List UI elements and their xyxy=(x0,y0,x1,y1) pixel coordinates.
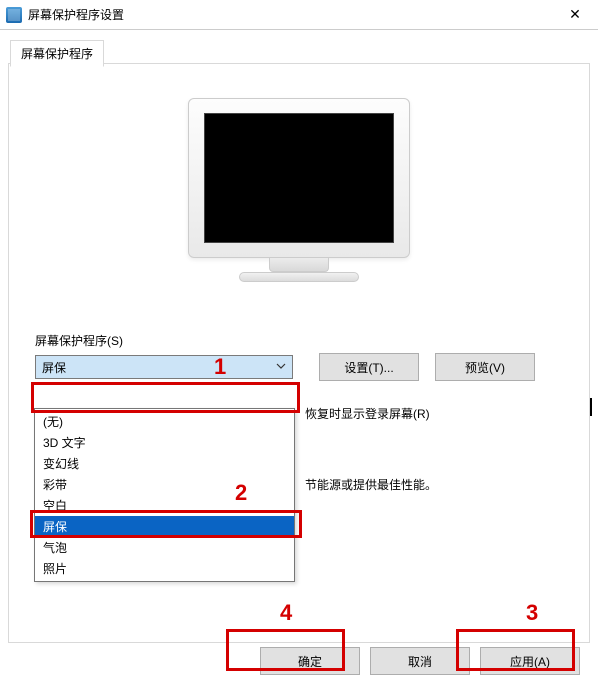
dropdown-option[interactable]: 彩带 xyxy=(35,474,294,495)
dropdown-option[interactable]: 屏保 xyxy=(35,516,294,537)
settings-button[interactable]: 设置(T)... xyxy=(319,353,419,381)
monitor-screen xyxy=(204,113,394,243)
client-area: 屏幕保护程序 屏幕保护程序(S) 屏保 设置(T)... 预览(V) xyxy=(0,30,598,683)
monitor-base xyxy=(239,272,359,282)
dropdown-option[interactable]: 空白 xyxy=(35,495,294,516)
tab-strip: 屏幕保护程序 xyxy=(8,38,590,64)
app-icon xyxy=(6,7,22,23)
dropdown-option[interactable]: 气泡 xyxy=(35,537,294,558)
window-title: 屏幕保护程序设置 xyxy=(28,6,552,23)
preview-button[interactable]: 预览(V) xyxy=(435,353,535,381)
chevron-down-icon xyxy=(276,360,286,374)
monitor-preview xyxy=(9,98,589,294)
apply-button[interactable]: 应用(A) xyxy=(480,647,580,675)
screensaver-label: 屏幕保护程序(S) xyxy=(35,332,589,349)
resume-label: 恢复时显示登录屏幕(R) xyxy=(305,407,430,421)
monitor-bezel xyxy=(188,98,410,258)
close-button[interactable]: ✕ xyxy=(552,0,598,30)
ok-button[interactable]: 确定 xyxy=(260,647,360,675)
combobox-value: 屏保 xyxy=(42,359,66,376)
dialog-buttons: 确定 取消 应用(A) xyxy=(260,647,580,675)
screensaver-dropdown-list[interactable]: (无)3D 文字变幻线彩带空白屏保气泡照片 xyxy=(34,408,295,582)
controls-row: 屏保 设置(T)... 预览(V) xyxy=(35,353,589,381)
power-text: 节能源或提供最佳性能。 xyxy=(305,478,437,492)
cancel-button[interactable]: 取消 xyxy=(370,647,470,675)
edge-mark xyxy=(590,398,598,416)
dropdown-option[interactable]: 照片 xyxy=(35,558,294,579)
titlebar: 屏幕保护程序设置 ✕ xyxy=(0,0,598,30)
screensaver-combobox[interactable]: 屏保 xyxy=(35,355,293,379)
monitor-stand xyxy=(269,258,329,272)
dropdown-option[interactable]: 3D 文字 xyxy=(35,432,294,453)
dropdown-option[interactable]: (无) xyxy=(35,411,294,432)
tab-screensaver[interactable]: 屏幕保护程序 xyxy=(10,40,104,67)
dropdown-option[interactable]: 变幻线 xyxy=(35,453,294,474)
